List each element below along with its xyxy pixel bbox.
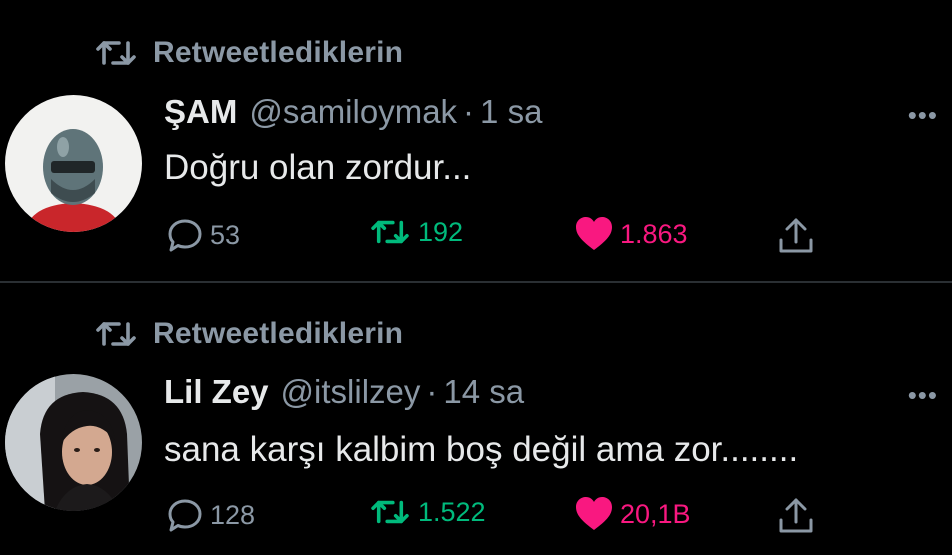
timestamp[interactable]: 14 sa xyxy=(443,373,524,411)
tweet[interactable]: Retweetlediklerin Lil Zey @itslilzey · 1… xyxy=(0,284,952,555)
retweet-context: Retweetlediklerin xyxy=(95,36,403,70)
tweet-actions: 53 192 1.863 xyxy=(0,216,952,256)
more-icon[interactable]: ••• xyxy=(908,380,938,411)
user-handle[interactable]: @itslilzey xyxy=(281,373,421,411)
retweet-icon xyxy=(368,496,412,528)
separator: · xyxy=(463,93,475,130)
reply-count: 53 xyxy=(210,219,241,250)
user-handle[interactable]: @samiloymak xyxy=(249,93,457,131)
retweet-context: Retweetlediklerin xyxy=(95,317,403,351)
reply-icon xyxy=(166,216,204,254)
like-count: 1.863 xyxy=(620,218,688,249)
share-button[interactable] xyxy=(776,216,816,256)
share-icon xyxy=(776,216,816,256)
retweet-icon xyxy=(95,36,137,70)
share-button[interactable] xyxy=(776,496,816,536)
like-count: 20,1B xyxy=(620,498,691,529)
display-name[interactable]: Lil Zey xyxy=(164,373,269,411)
retweet-button[interactable]: 192 xyxy=(368,216,463,248)
more-icon[interactable]: ••• xyxy=(908,100,938,131)
display-name[interactable]: ŞAM xyxy=(164,93,237,131)
separator: · xyxy=(426,373,438,410)
heart-icon xyxy=(574,216,614,252)
tweet-header: ŞAM @samiloymak · 1 sa xyxy=(164,93,542,131)
like-button[interactable]: 20,1B xyxy=(574,496,691,532)
like-button[interactable]: 1.863 xyxy=(574,216,688,252)
avatar[interactable] xyxy=(5,95,142,232)
tweet-text: Doğru olan zordur... xyxy=(164,148,472,187)
tweet-actions: 128 1.522 20,1B xyxy=(0,496,952,536)
reply-count: 128 xyxy=(210,499,256,530)
tweet-text: sana karşı kalbim boş değil ama zor.....… xyxy=(164,430,799,469)
retweet-button[interactable]: 1.522 xyxy=(368,496,486,528)
retweet-context-label: Retweetlediklerin xyxy=(153,36,404,69)
timestamp[interactable]: 1 sa xyxy=(480,93,542,131)
tweet-divider xyxy=(0,281,952,283)
retweet-count: 1.522 xyxy=(418,496,486,527)
reply-button[interactable]: 53 xyxy=(166,216,240,254)
retweet-icon xyxy=(368,216,412,248)
avatar[interactable] xyxy=(5,374,142,511)
share-icon xyxy=(776,496,816,536)
reply-button[interactable]: 128 xyxy=(166,496,255,534)
tweet[interactable]: Retweetlediklerin ŞAM @samiloymak · 1 sa… xyxy=(0,0,952,282)
retweet-count: 192 xyxy=(418,216,464,247)
heart-icon xyxy=(574,496,614,532)
retweet-icon xyxy=(95,317,137,351)
tweet-header: Lil Zey @itslilzey · 14 sa xyxy=(164,373,524,411)
retweet-context-label: Retweetlediklerin xyxy=(153,317,404,350)
reply-icon xyxy=(166,496,204,534)
